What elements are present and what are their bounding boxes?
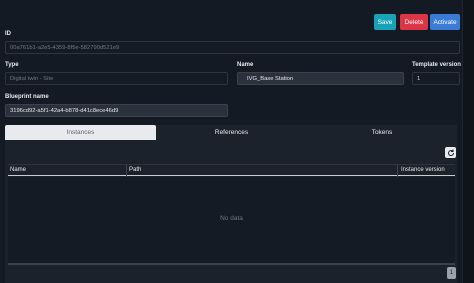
tab-bar: Instances References Tokens <box>5 125 457 140</box>
refresh-button[interactable] <box>445 147 456 158</box>
save-button[interactable]: Save <box>374 14 396 30</box>
table-body: No data <box>8 177 455 263</box>
template-version-label: Template version <box>412 62 461 68</box>
template-version-field[interactable]: 1 <box>412 72 460 85</box>
tab-references[interactable]: References <box>156 125 307 140</box>
name-field[interactable]: IVG_Base Station <box>237 72 404 85</box>
activate-button[interactable]: Activate <box>430 14 460 30</box>
name-label: Name <box>237 62 254 68</box>
type-field: Digital twin - Site <box>5 72 228 85</box>
column-path[interactable]: Path <box>129 167 141 176</box>
column-name[interactable]: Name <box>10 167 26 176</box>
column-divider <box>126 165 127 177</box>
refresh-icon <box>447 149 454 156</box>
column-divider <box>397 165 398 177</box>
id-field: 00a761b1-a2e5-4359-8f5e-582790d521e9 <box>5 41 460 54</box>
delete-button[interactable]: Delete <box>400 14 428 30</box>
id-label: ID <box>5 31 11 37</box>
horizontal-scrollbar[interactable] <box>8 263 455 265</box>
blueprint-name-field: 3196cd92-a5f1-42a4-b878-d41c8ece46d9 <box>5 104 228 117</box>
type-label: Type <box>5 62 19 68</box>
tab-tokens[interactable]: Tokens <box>307 125 457 140</box>
column-instance-version[interactable]: Instance version <box>401 167 445 176</box>
empty-state-text: No data <box>220 215 243 222</box>
window-scrollbar[interactable] <box>462 0 474 283</box>
table-header: Name Path Instance version <box>8 164 455 177</box>
pagination-page-button[interactable]: 1 <box>447 267 456 279</box>
instance-detail-panel: Save Delete Activate ID 00a761b1-a2e5-43… <box>0 0 462 283</box>
blueprint-name-label: Blueprint name <box>5 94 49 100</box>
tab-instances[interactable]: Instances <box>5 125 156 140</box>
